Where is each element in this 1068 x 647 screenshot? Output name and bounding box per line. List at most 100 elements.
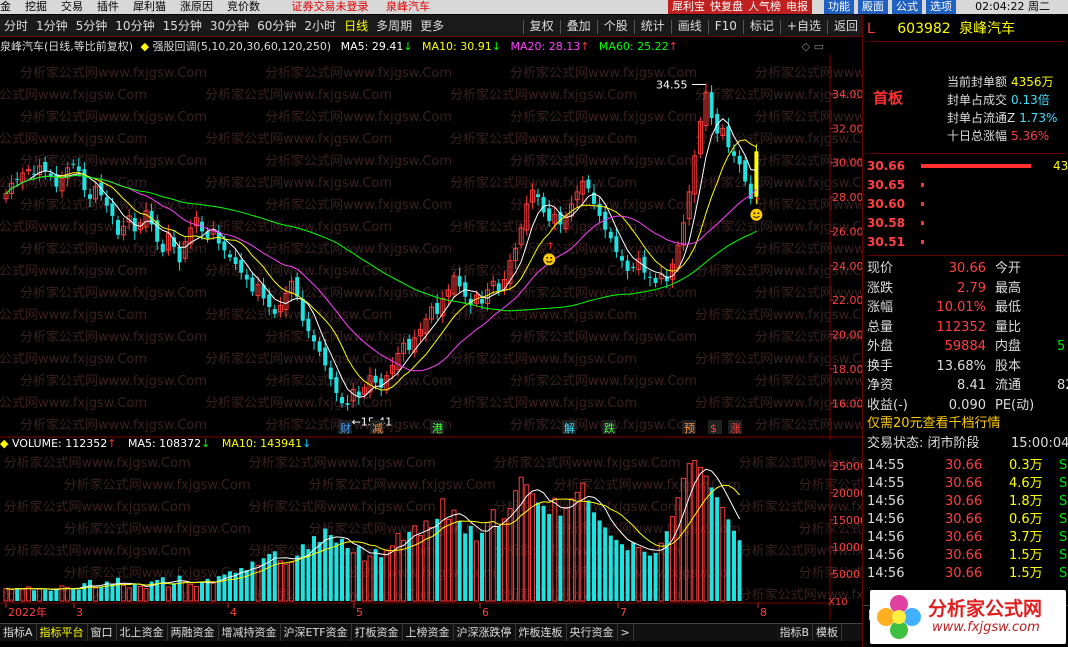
indicator-tab-0[interactable]: 指标A [0,624,37,641]
toolbar-button-4[interactable]: 画线 [674,15,706,36]
candle-body [373,375,378,383]
toolbar-right-buttons: 复权 叠加 个股 统计 画线 F10 标记 +自选 返回 [521,15,862,36]
event-marker[interactable]: 涨 [730,422,741,435]
volume-bar [250,561,255,601]
indicator-tab-3[interactable]: 北上资金 [117,624,168,641]
candle-body [608,231,613,239]
period-tab-2[interactable]: 5分钟 [72,15,112,36]
toolbar-button-5[interactable]: F10 [711,15,741,36]
period-tab-0[interactable]: 分时 [0,15,32,36]
shortcut-telegram-button[interactable]: 电报 [782,0,812,14]
period-tab-1[interactable]: 1分钟 [32,15,72,36]
indicator-tab-2[interactable]: 窗口 [88,624,117,641]
layout-button[interactable]: 殿面 [858,0,888,14]
event-marker[interactable]: 港 [432,422,443,435]
menu-item-4[interactable]: 犀利猫 [133,0,166,13]
candle-body [267,294,272,308]
tick-side-icon: S [1059,458,1068,473]
quote-label-2: 今开 [995,261,1022,276]
event-marker[interactable]: 跌 [604,421,615,435]
event-marker[interactable]: 解 [564,421,575,435]
menu-item-0[interactable]: 金 [0,0,11,13]
toolbar-button-1[interactable]: 叠加 [563,15,595,36]
volume-bar [715,497,720,601]
toolbar-divider [596,19,598,34]
watermark-text: 分析家公式网www.fxjgsw.Com [450,87,637,103]
candle-body [631,266,636,268]
candle-body [480,299,484,304]
volume-bar [726,519,731,601]
toolbar-divider [522,19,524,34]
formula-button[interactable]: 公式 [892,0,922,14]
period-tab-4[interactable]: 15分钟 [159,15,206,36]
indicator-tab-5[interactable]: 增减持资金 [219,624,281,641]
indicator-tab-10[interactable]: 炸板连板 [516,624,567,641]
chart-window-controls-icon[interactable]: ◇ ▭ [802,38,824,55]
indicator-tab-11[interactable]: 央行资金 [567,624,618,641]
time-tick-label: 6 [482,606,489,619]
candle-body [345,403,350,405]
period-tab-8[interactable]: 日线 [340,15,372,36]
indicator-tab-7[interactable]: 打板资金 [352,624,403,641]
indicator-icon[interactable]: ◆ [141,40,149,53]
price-chart[interactable]: 分析家公式网www.fxjgsw.Com 分析家公式网www.fxjgsw.Com… [0,55,862,440]
toolbar-button-6[interactable]: 标记 [746,15,778,36]
indicator-tab-right-1[interactable]: 模板 [813,624,842,641]
indicator-tab-4[interactable]: 两融资金 [168,624,219,641]
menu-item-6[interactable]: 竞价数 [227,0,260,13]
candle-body [32,173,36,175]
tick-side-icon: S [1059,476,1068,491]
toolbar-button-8[interactable]: 返回 [830,15,862,36]
period-tab-10[interactable]: 更多 [416,15,448,36]
toolbar-button-0[interactable]: 复权 [526,15,558,36]
event-marker[interactable]: $ [710,422,717,435]
event-marker[interactable]: 财 [340,421,351,435]
menu-strip[interactable]: 金 挖掘 交易 插件 犀利猫 涨原因 竞价数 [0,0,274,13]
indicator-tab-right-0[interactable]: 指标B [776,624,813,641]
volume-chart[interactable]: 分析家公式网www.fxjgsw.Com 分析家公式网www.fxjgsw.Com… [0,451,862,620]
indicator-name[interactable]: 强股回调(5,10,20,30,60,120,250) [153,40,332,53]
tick-side-icon: S [1059,548,1068,563]
volume-bar [160,577,165,601]
tab-scroll-arrow-icon[interactable]: > [618,624,634,641]
tick-time: 14:56 [867,494,905,509]
function-button[interactable]: 功能 [824,0,854,14]
indicator-tab-1[interactable]: 指标平台 [37,624,88,641]
shortcut-fupan-button[interactable]: 快复盘 [706,0,747,14]
options-button[interactable]: 选项 [926,0,956,14]
period-tab-9[interactable]: 多周期 [372,15,416,36]
indicator-tab-6[interactable]: 沪深ETF资金 [281,624,352,641]
shortcut-xilibao-button[interactable]: 犀利宝 [668,0,709,14]
toolbar-button-2[interactable]: 个股 [600,15,632,36]
toolbar-button-7[interactable]: +自选 [783,15,825,36]
volume-bar [328,535,333,601]
shortcut-renqi-button[interactable]: 人气榜 [744,0,785,14]
stock-header: L 603982 泉峰汽车 [867,19,1068,39]
menu-item-2[interactable]: 交易 [61,0,83,13]
watermark-text: 分析家公式网www.fxjgsw.Com [4,455,191,471]
volume-legend: ◆ VOLUME: 112352↑ MA5: 108372↓ MA10: 143… [0,437,830,451]
menu-item-3[interactable]: 插件 [97,0,119,13]
indicator-tab-8[interactable]: 上榜资金 [403,624,454,641]
period-tab-3[interactable]: 10分钟 [111,15,158,36]
candle-body [239,259,244,273]
ma10-arrow-icon: ↓ [491,40,501,53]
promo-link[interactable]: 仅需20元查看千档行情 [867,415,1068,433]
event-marker[interactable]: 预 [684,422,695,435]
menu-item-1[interactable]: 挖掘 [25,0,47,13]
price-tick-label: 16.00 [832,397,862,410]
toolbar-divider [779,19,781,34]
tick-time: 14:55 [867,476,905,491]
event-marker[interactable]: 减 [372,422,383,435]
period-tab-7[interactable]: 2小时 [300,15,340,36]
period-tab-5[interactable]: 30分钟 [206,15,253,36]
toolbar-button-3[interactable]: 统计 [637,15,669,36]
period-tab-6[interactable]: 60分钟 [253,15,300,36]
volume-tick-label: 15000 [832,514,862,527]
volume-indicator-icon[interactable]: ◆ [0,437,8,450]
candle-body [233,257,238,265]
watermark-text: 分析家公式网www.fxjgsw.Com [64,477,251,493]
menu-item-5[interactable]: 涨原因 [180,0,213,13]
volume-tick-label: 10000 [832,541,862,554]
indicator-tab-9[interactable]: 沪深涨跌停 [454,624,516,641]
